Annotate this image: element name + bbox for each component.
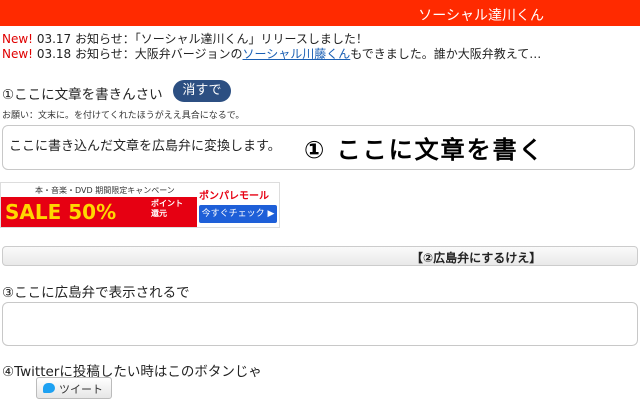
output-section-title: ③ここに広島弁で表示されるで [2,285,190,301]
app-title: ソーシャル達川くん [418,8,544,24]
news-text-after: もできました。誰か大阪弁教えて… [350,47,542,61]
input-section-title: ①ここに文章を書きんさい [2,87,163,103]
convert-button[interactable]: 【②広島弁にするけえ】 [2,246,638,266]
instruction-overlay: ① ここに文章を書く [304,136,545,164]
new-badge: New! [2,32,33,46]
source-text-value: ここに書き込んだ文章を広島弁に変換します。 [9,139,281,154]
tweet-button-label: ツイート [59,383,103,396]
news-link[interactable]: ソーシャル川藤くん [243,47,351,61]
ad-sale-sub: ポイント還元 [151,199,183,218]
clear-button[interactable]: 消すで [173,80,231,102]
news-item: New! 03.18 お知らせ：大阪弁バージョンのソーシャル川藤くんもできました… [2,45,541,62]
ad-sale-block: SALE 50% ポイント還元 [1,197,197,227]
app-header: ソーシャル達川くん [0,0,640,26]
ad-campaign-text: 本・音楽・DVD 期間限定キャンペーン [35,186,175,195]
ad-sale-text: SALE 50% [5,200,117,224]
new-badge: New! [2,47,33,61]
ad-check-button[interactable]: 今すぐチェック ▶ [199,205,277,223]
tweet-button[interactable]: ツイート [36,377,112,399]
ad-banner[interactable]: 本・音楽・DVD 期間限定キャンペーン SALE 50% ポイント還元 ポンパレ… [0,182,280,228]
news-text: 03.18 お知らせ：大阪弁バージョンの [36,47,243,61]
convert-button-label: 【②広島弁にするけえ】 [411,251,542,265]
news-text: 03.17 お知らせ：「ソーシャル達川くん」リリースしました！ [36,32,368,46]
output-text-area[interactable] [2,302,638,346]
ad-logo: ポンパレモール [199,191,269,202]
twitter-bird-icon [43,383,55,393]
input-note: お願い：文末に。を付けてくれたほうがええ具合になるで。 [2,111,245,121]
